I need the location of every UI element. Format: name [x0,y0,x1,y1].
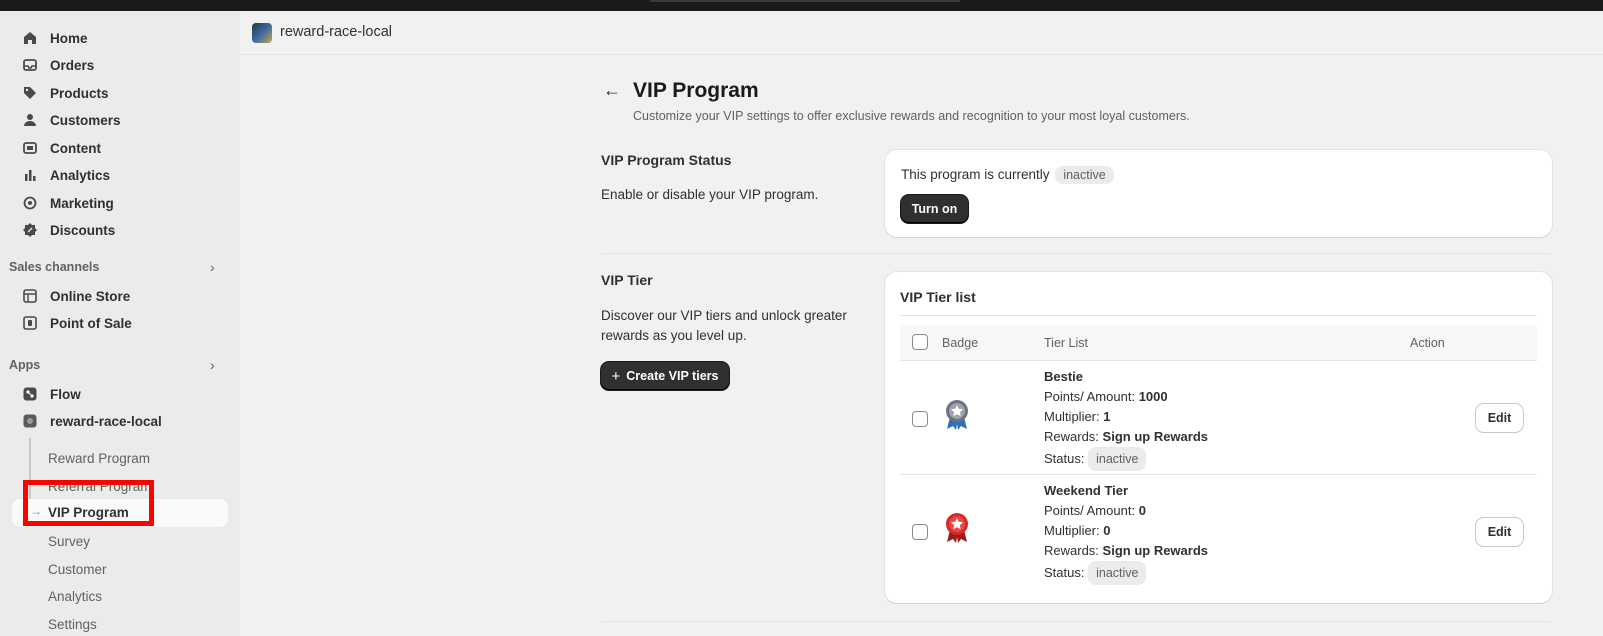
plus-icon: + [611,367,621,385]
sidebar-item-content[interactable]: Content [12,135,228,161]
ribbon-badge-icon [944,512,970,547]
sidebar-item-label: Orders [50,57,95,73]
divider [900,315,1537,316]
back-arrow-icon[interactable]: ← [603,80,621,101]
sidebar-sub-settings[interactable]: Settings [48,617,97,632]
edit-button[interactable]: Edit [1476,518,1523,546]
edit-button[interactable]: Edit [1476,404,1523,432]
status-line: This program is currently inactive [901,166,1114,184]
app-logo [252,23,272,43]
divider [601,253,1551,254]
apps-label: Apps [9,358,41,372]
tier-list-card [885,272,1552,603]
tier-section-description: Discover our VIP tiers and unlock greate… [601,308,847,343]
divider [601,621,1551,622]
status-text: This program is currently [901,167,1050,182]
ribbon-badge-icon [944,399,970,434]
app-header: reward-race-local [240,11,1603,55]
app-icon [22,413,38,429]
sales-channels-label: Sales channels [9,260,100,274]
column-header-tier-list: Tier List [1044,336,1088,350]
sidebar-item-label: Content [50,140,101,156]
sidebar-item-analytics[interactable]: Analytics [12,162,228,188]
create-vip-tiers-button[interactable]: + Create VIP tiers [601,362,729,390]
highlight-box [23,480,154,526]
tier-list-title: VIP Tier list [900,289,976,305]
store-icon [22,288,38,304]
tier-name: Weekend Tier [1044,483,1129,498]
home-icon [22,30,38,46]
tier-points: Points/ Amount: 1000 [1044,389,1168,404]
status-section-description: Enable or disable your VIP program. [601,187,819,202]
sidebar-sub-analytics[interactable]: Analytics [48,589,102,604]
sidebar-item-flow[interactable]: Flow [12,381,228,407]
sidebar-item-customers[interactable]: Customers [12,107,228,133]
os-top-bar [0,0,1603,11]
tier-row-bestie: Bestie Points/ Amount: 1000 Multiplier: … [1044,367,1208,471]
status-badge: inactive [1055,166,1114,184]
pos-icon [22,315,38,331]
sidebar-sub-customer[interactable]: Customer [48,562,107,577]
tier-section-title: VIP Tier [601,272,653,288]
chevron-right-icon[interactable]: › [210,357,215,373]
inbox-icon [22,57,38,73]
row-checkbox[interactable] [912,524,928,540]
tier-multiplier: Multiplier: 1 [1044,409,1111,424]
discount-icon [22,222,38,238]
tier-status: Status: inactive [1044,447,1208,471]
tier-status: Status: inactive [1044,561,1208,585]
sidebar-item-home[interactable]: Home [12,25,228,51]
sidebar-item-label: Home [50,30,88,46]
tier-points: Points/ Amount: 0 [1044,503,1146,518]
sidebar-item-orders[interactable]: Orders [12,52,228,78]
tier-row-weekend: Weekend Tier Points/ Amount: 0 Multiplie… [1044,481,1208,585]
sidebar-item-online-store[interactable]: Online Store [12,283,228,309]
status-card: This program is currently inactive Turn … [885,150,1552,237]
status-section-title: VIP Program Status [601,152,732,168]
sidebar-item-label: Marketing [50,195,114,211]
flow-icon [22,386,38,402]
turn-on-button[interactable]: Turn on [901,195,968,223]
sidebar-item-label: Online Store [50,288,131,304]
content-icon [22,140,38,156]
sidebar-item-reward-race-local[interactable]: reward-race-local [12,408,228,434]
tier-rewards: Rewards: Sign up Rewards [1044,429,1209,444]
tier-rewards: Rewards: Sign up Rewards [1044,543,1209,558]
sidebar-sub-reward-program[interactable]: Reward Program [48,451,150,466]
bar-chart-icon [22,167,38,183]
select-all-checkbox[interactable] [912,334,928,350]
column-header-badge: Badge [942,336,979,350]
sidebar-item-label: reward-race-local [50,413,162,429]
app-name: reward-race-local [280,24,393,40]
sidebar-item-label: Customers [50,112,121,128]
sidebar-item-marketing[interactable]: Marketing [12,190,228,216]
page-title: VIP Program [633,79,759,102]
status-badge: inactive [1088,447,1147,471]
row-checkbox[interactable] [912,411,928,427]
chevron-right-icon[interactable]: › [210,259,215,275]
sidebar: Home Orders Products Customers Content A… [0,11,240,636]
column-header-action: Action [1410,336,1445,350]
sidebar-item-label: Analytics [50,167,111,183]
tier-multiplier: Multiplier: 0 [1044,523,1111,538]
page-subtitle: Customize your VIP settings to offer exc… [633,109,1190,123]
sidebar-sub-survey[interactable]: Survey [48,534,90,549]
target-icon [22,195,38,211]
status-badge: inactive [1088,561,1147,585]
sidebar-item-label: Discounts [50,222,116,238]
sidebar-item-products[interactable]: Products [12,80,228,106]
sidebar-item-point-of-sale[interactable]: Point of Sale [12,310,228,336]
tag-icon [22,85,38,101]
sidebar-item-discounts[interactable]: Discounts [12,217,228,243]
row-divider [900,474,1537,475]
sidebar-item-label: Flow [50,386,81,402]
button-label: Create VIP tiers [626,369,719,383]
sidebar-item-label: Products [50,85,109,101]
tier-name: Bestie [1044,369,1084,384]
person-icon [22,112,38,128]
sidebar-item-label: Point of Sale [50,315,132,331]
